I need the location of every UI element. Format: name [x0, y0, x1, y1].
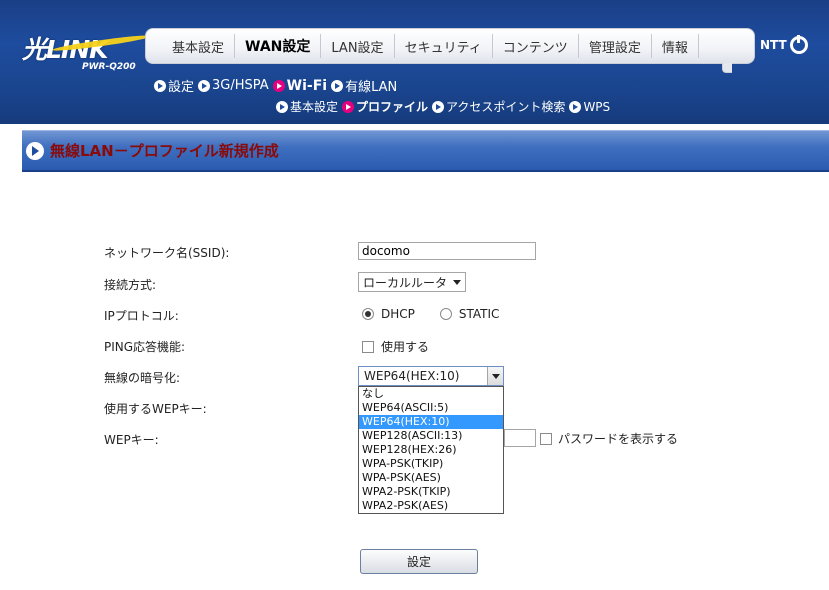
ssid-input[interactable]: [358, 242, 536, 260]
dhcp-radio[interactable]: [362, 308, 374, 320]
subnav-wired-lan[interactable]: 有線LAN: [331, 76, 397, 95]
ping-checkbox[interactable]: [362, 340, 374, 353]
subnav-3g[interactable]: 3G/HSPA: [198, 78, 269, 93]
model-name: PWR-Q200: [82, 62, 136, 72]
tab-wan[interactable]: WAN設定: [235, 34, 322, 58]
dropdown-option[interactable]: WPA2-PSK(AES): [359, 499, 503, 513]
arrow-icon: [569, 100, 582, 113]
dropdown-option[interactable]: WEP128(ASCII:13): [359, 429, 503, 443]
main-tabs: 基本設定 WAN設定 LAN設定 セキュリティ コンテンツ 管理設定 情報: [145, 28, 755, 73]
tab-security[interactable]: セキュリティ: [395, 34, 493, 58]
connection-label: 接続方式:: [104, 278, 157, 292]
arrow-icon: [26, 141, 44, 160]
chevron-down-icon: [453, 279, 462, 285]
encryption-dropdown: なし WEP64(ASCII:5) WEP64(HEX:10) WEP128(A…: [358, 386, 504, 514]
title-bar: 無線LAN－プロファイル新規作成: [22, 130, 829, 172]
static-radio[interactable]: [439, 308, 452, 320]
tabs-notch: [722, 63, 732, 73]
submit-button[interactable]: 設定: [360, 549, 478, 574]
ntt-logo: NTT: [760, 35, 808, 54]
static-label: STATIC: [458, 307, 500, 321]
subnav-profile[interactable]: プロファイル: [342, 98, 428, 115]
subnav-label: Wi-Fi: [286, 77, 328, 94]
arrow-icon: [198, 79, 211, 92]
subnav-settings[interactable]: 設定: [154, 76, 194, 95]
dropdown-option[interactable]: WPA2-PSK(TKIP): [359, 485, 503, 499]
subnav-primary: 設定 3G/HSPA Wi-Fi 有線LAN: [154, 76, 401, 95]
show-password-option[interactable]: パスワードを表示する: [540, 430, 678, 447]
tab-contents[interactable]: コンテンツ: [493, 34, 579, 58]
subnav-ap-search[interactable]: アクセスポイント検索: [432, 98, 565, 115]
ntt-text: NTT: [760, 38, 787, 52]
ntt-ring-icon: [789, 35, 808, 54]
subnav-label: プロファイル: [356, 100, 429, 114]
tab-lan[interactable]: LAN設定: [321, 34, 395, 58]
subnav-basic[interactable]: 基本設定: [276, 98, 338, 115]
encryption-label: 無線の暗号化:: [104, 371, 181, 385]
subnav-label: アクセスポイント検索: [446, 100, 566, 114]
encryption-select[interactable]: WEP64(HEX:10): [358, 366, 504, 386]
logo: 光LINK: [22, 30, 152, 66]
connection-value: ローカルルータ: [363, 275, 448, 290]
connection-select[interactable]: ローカルルータ: [358, 272, 467, 292]
subnav-wps[interactable]: WPS: [569, 100, 610, 114]
show-password-checkbox[interactable]: [540, 432, 552, 445]
wep-use-key-label: 使用するWEPキー:: [104, 402, 207, 416]
subnav-label: 基本設定: [290, 100, 339, 114]
wep-key-input[interactable]: [504, 429, 536, 447]
ip-protocol-label: IPプロトコル:: [104, 309, 179, 323]
arrow-icon: [432, 100, 445, 113]
arrow-icon: [342, 100, 355, 113]
arrow-icon: [276, 100, 288, 113]
dropdown-option[interactable]: WEP64(ASCII:5): [359, 401, 503, 415]
page-title: 無線LAN－プロファイル新規作成: [50, 142, 279, 160]
header: 光LINK PWR-Q200 基本設定 WAN設定 LAN設定 セキュリティ コ…: [0, 0, 829, 124]
tab-admin[interactable]: 管理設定: [579, 34, 652, 58]
subnav-secondary: 基本設定 プロファイル アクセスポイント検索 WPS: [276, 98, 614, 115]
dropdown-option[interactable]: WEP128(HEX:26): [359, 443, 503, 457]
dropdown-option-selected[interactable]: WEP64(HEX:10): [359, 415, 503, 429]
subnav-label: WPS: [583, 99, 611, 114]
subnav-label: 3G/HSPA: [212, 78, 269, 93]
arrow-icon: [154, 79, 166, 92]
subnav-label: 設定: [168, 80, 195, 95]
ping-label: PING応答機能:: [104, 340, 186, 354]
wep-key-label: WEPキー:: [104, 433, 159, 447]
ping-option-label: 使用する: [381, 340, 430, 354]
dropdown-option[interactable]: WPA-PSK(AES): [359, 471, 503, 485]
ssid-label: ネットワーク名(SSID):: [104, 246, 230, 260]
tab-info[interactable]: 情報: [652, 34, 699, 58]
show-password-label: パスワードを表示する: [558, 432, 679, 446]
arrow-icon: [272, 79, 285, 92]
arrow-icon: [331, 79, 344, 92]
dropdown-option[interactable]: なし: [359, 387, 503, 401]
tab-basic[interactable]: 基本設定: [162, 34, 236, 58]
dhcp-label: DHCP: [381, 307, 415, 321]
encryption-value: WEP64(HEX:10): [364, 369, 460, 383]
subnav-label: 有線LAN: [345, 80, 398, 95]
chevron-down-icon[interactable]: [487, 367, 503, 385]
dropdown-option[interactable]: WPA-PSK(TKIP): [359, 457, 503, 471]
subnav-wifi[interactable]: Wi-Fi: [272, 77, 328, 94]
